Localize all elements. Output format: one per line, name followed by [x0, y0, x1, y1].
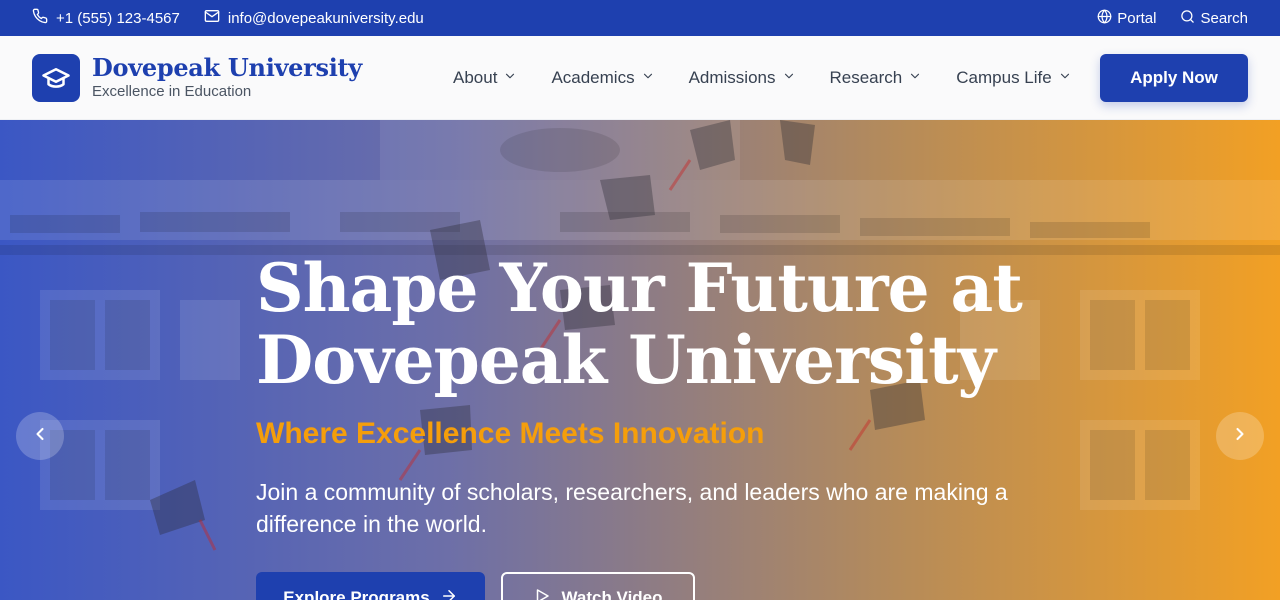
top-bar: +1 (555) 123-4567 info@dovepeakuniversit…: [0, 0, 1280, 36]
chevron-left-icon: [30, 424, 50, 449]
university-name: Dovepeak University: [92, 53, 362, 82]
watch-video-label: Watch Video: [561, 588, 663, 600]
nav-item-campus-life[interactable]: Campus Life: [956, 68, 1071, 88]
hero-subtitle: Where Excellence Meets Innovation: [256, 417, 765, 450]
nav-item-label: About: [453, 68, 498, 87]
apply-now-button[interactable]: Apply Now: [1100, 54, 1248, 102]
mail-icon: [204, 8, 220, 28]
email-address: info@dovepeakuniversity.edu: [227, 9, 424, 27]
chevron-down-icon: [908, 68, 922, 88]
hero-title-line-2: Dovepeak University: [256, 321, 996, 399]
carousel-prev-button[interactable]: [16, 412, 64, 460]
chevron-down-icon: [503, 68, 517, 88]
search-icon: [1180, 9, 1195, 28]
carousel-next-button[interactable]: [1216, 412, 1264, 460]
chevron-down-icon: [641, 68, 655, 88]
nav-item-label: Academics: [551, 68, 635, 87]
watch-video-button[interactable]: Watch Video: [501, 572, 695, 600]
graduation-cap-icon: [32, 53, 80, 102]
email-link[interactable]: info@dovepeakuniversity.edu: [204, 8, 424, 28]
hero-banner: Shape Your Future at Dovepeak University…: [0, 120, 1280, 600]
nav-item-admissions[interactable]: Admissions: [689, 68, 796, 88]
main-nav: About Academics Admissions Research Camp…: [453, 36, 1106, 120]
chevron-down-icon: [1058, 68, 1072, 88]
hero-description: Join a community of scholars, researcher…: [256, 479, 1008, 537]
logo-text: Dovepeak University Excellence in Educat…: [92, 54, 362, 101]
chevron-right-icon: [1230, 424, 1250, 449]
phone-number: +1 (555) 123-4567: [56, 9, 180, 27]
search-label: Search: [1200, 9, 1248, 27]
hero-title: Shape Your Future at Dovepeak University: [256, 252, 1036, 396]
site-header: Dovepeak University Excellence in Educat…: [0, 36, 1280, 120]
portal-label: Portal: [1117, 9, 1157, 27]
contact-group: +1 (555) 123-4567 info@dovepeakuniversit…: [32, 8, 424, 28]
portal-link[interactable]: Portal: [1097, 9, 1156, 28]
nav-item-academics[interactable]: Academics: [551, 68, 654, 88]
phone-link[interactable]: +1 (555) 123-4567: [32, 8, 180, 28]
play-icon: [533, 587, 551, 600]
university-tagline: Excellence in Education: [92, 83, 252, 100]
explore-programs-label: Explore Programs: [283, 588, 430, 600]
nav-item-research[interactable]: Research: [830, 68, 923, 88]
search-link[interactable]: Search: [1180, 9, 1248, 28]
utility-group: Portal Search: [1097, 9, 1248, 28]
globe-icon: [1097, 9, 1112, 28]
nav-item-label: Admissions: [688, 68, 776, 87]
phone-icon: [32, 8, 48, 28]
nav-item-label: Research: [829, 68, 903, 87]
hero-title-line-1: Shape Your Future at: [256, 249, 1023, 327]
chevron-down-icon: [782, 68, 796, 88]
explore-programs-button[interactable]: Explore Programs: [256, 572, 485, 600]
arrow-right-icon: [440, 587, 458, 600]
logo-link[interactable]: Dovepeak University Excellence in Educat…: [32, 53, 362, 102]
nav-item-about[interactable]: About: [453, 68, 517, 88]
nav-item-label: Campus Life: [956, 68, 1052, 87]
